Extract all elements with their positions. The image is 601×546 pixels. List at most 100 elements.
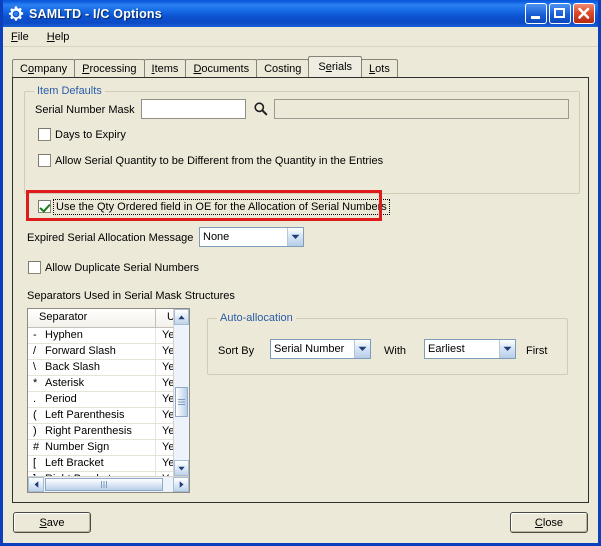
cell-use: Yes xyxy=(156,456,173,471)
days-to-expiry-checkbox-box xyxy=(38,128,51,141)
separator-name: Forward Slash xyxy=(45,345,116,357)
separators-vertical-scrollbar[interactable] xyxy=(173,309,189,476)
tab-lots[interactable]: Lots xyxy=(361,59,398,77)
tab-items[interactable]: Items xyxy=(143,59,187,77)
cell-separator: - Hyphen xyxy=(28,328,156,343)
table-row[interactable]: # Number Sign Yes xyxy=(28,440,173,456)
scroll-down-button[interactable] xyxy=(174,460,189,476)
separator-name: Period xyxy=(45,393,77,405)
use-qty-ordered-checkbox[interactable]: Use the Qty Ordered field in OE for the … xyxy=(38,198,390,215)
column-header-use[interactable]: Use xyxy=(156,309,173,327)
separators-listview[interactable]: Separator Use -HyphenYes/Forward SlashYe… xyxy=(27,308,190,493)
separators-header-row: Separator Use xyxy=(28,309,173,328)
table-row[interactable]: -HyphenYes xyxy=(28,328,173,344)
cell-use: Yes xyxy=(156,344,173,359)
chevron-down-icon[interactable] xyxy=(499,340,515,358)
window-titlebar: SAMLTD - I/C Options xyxy=(3,0,598,27)
column-header-separator[interactable]: Separator xyxy=(28,309,156,327)
gear-icon xyxy=(8,5,24,21)
scroll-thumb[interactable] xyxy=(175,387,188,417)
cell-use: Yes xyxy=(156,376,173,391)
close-icon xyxy=(578,7,590,19)
table-row[interactable]: * Asterisk Yes xyxy=(28,376,173,392)
allow-serial-quantity-different-checkbox[interactable]: Allow Serial Quantity to be Different fr… xyxy=(38,154,383,167)
scroll-right-button[interactable] xyxy=(173,477,189,492)
serial-number-mask-finder-button[interactable] xyxy=(253,101,268,116)
tab-costing[interactable]: Costing xyxy=(256,59,310,77)
separators-horizontal-scrollbar[interactable] xyxy=(28,476,189,492)
table-row[interactable]: . Period Yes xyxy=(28,392,173,408)
cell-use: Yes xyxy=(156,328,173,343)
with-value: Earliest xyxy=(428,343,465,355)
tab-serials[interactable]: Serials xyxy=(308,56,363,77)
use-qty-ordered-checkbox-box xyxy=(38,200,51,213)
cell-separator: \ Back Slash xyxy=(28,360,156,375)
cell-use: Yes xyxy=(156,440,173,455)
separator-name: Left Bracket xyxy=(45,457,104,469)
chevron-up-icon xyxy=(178,315,185,319)
separator-name: Asterisk xyxy=(45,377,85,389)
window-title: SAMLTD - I/C Options xyxy=(29,6,162,21)
tab-strip: Company Processing Items Documents Costi… xyxy=(12,56,598,77)
scroll-track[interactable] xyxy=(174,325,189,460)
table-row[interactable]: \ Back Slash Yes xyxy=(28,360,173,376)
close-window-button[interactable] xyxy=(573,3,595,24)
auto-allocation-group-title: Auto-allocation xyxy=(217,312,296,324)
allow-duplicate-serials-checkbox-box xyxy=(28,261,41,274)
separators-listview-body: Separator Use -HyphenYes/Forward SlashYe… xyxy=(28,309,189,476)
ic-options-window: SAMLTD - I/C Options File Help Company P… xyxy=(0,0,601,546)
chevron-down-icon[interactable] xyxy=(287,228,303,246)
expired-serial-allocation-dropdown[interactable]: None xyxy=(199,227,304,247)
minimize-button[interactable] xyxy=(525,3,547,24)
expired-serial-allocation-value: None xyxy=(203,231,230,243)
with-dropdown[interactable]: Earliest xyxy=(424,339,516,359)
menu-item-file[interactable]: File xyxy=(10,30,38,44)
table-row[interactable]: ]Right Bracket Yes xyxy=(28,472,173,476)
tab-company[interactable]: Company xyxy=(12,59,76,77)
scroll-up-button[interactable] xyxy=(174,309,189,325)
separator-symbol: \ xyxy=(33,361,37,373)
cell-use: Yes xyxy=(156,360,173,375)
sort-by-value: Serial Number xyxy=(274,343,345,355)
separator-symbol: . xyxy=(33,393,37,405)
separator-symbol: - xyxy=(33,329,37,341)
save-button[interactable]: Save xyxy=(13,512,91,533)
table-row[interactable]: ) Right Parenthesis Yes xyxy=(28,424,173,440)
chevron-down-icon xyxy=(178,466,185,470)
table-row[interactable]: / Forward Slash Yes xyxy=(28,344,173,360)
separator-symbol: * xyxy=(33,377,38,389)
chevron-down-icon[interactable] xyxy=(354,340,370,358)
use-qty-ordered-label: Use the Qty Ordered field in OE for the … xyxy=(53,198,390,215)
h-scroll-track[interactable] xyxy=(44,477,173,492)
scroll-left-button[interactable] xyxy=(28,477,44,492)
tab-documents[interactable]: Documents xyxy=(185,59,258,77)
h-scroll-thumb[interactable] xyxy=(45,478,163,491)
menu-item-help-rest: elp xyxy=(54,30,70,43)
separator-name: Left Parenthesis xyxy=(45,409,125,421)
cell-separator: # Number Sign xyxy=(28,440,156,455)
sort-by-dropdown[interactable]: Serial Number xyxy=(270,339,371,359)
separator-name: Back Slash xyxy=(45,361,101,373)
allow-duplicate-serials-checkbox[interactable]: Allow Duplicate Serial Numbers xyxy=(28,261,199,274)
menu-item-help[interactable]: Help xyxy=(46,30,79,44)
magnifier-icon xyxy=(254,102,268,116)
separator-symbol: ] xyxy=(33,472,45,476)
table-row[interactable]: (Left Parenthesis Yes xyxy=(28,408,173,424)
cell-separator: [Left Bracket xyxy=(28,456,156,471)
close-button[interactable]: Close xyxy=(510,512,588,533)
separator-name: Hyphen xyxy=(45,329,83,341)
expired-serial-allocation-label: Expired Serial Allocation Message xyxy=(27,232,194,244)
table-row[interactable]: [Left Bracket Yes xyxy=(28,456,173,472)
maximize-button[interactable] xyxy=(549,3,571,24)
allow-serial-quantity-different-label: Allow Serial Quantity to be Different fr… xyxy=(55,154,384,167)
menu-item-file-rest: ile xyxy=(17,30,29,43)
days-to-expiry-checkbox[interactable]: Days to Expiry xyxy=(38,128,126,141)
separator-symbol: # xyxy=(33,441,40,453)
serial-number-mask-input[interactable] xyxy=(141,99,246,119)
serial-number-mask-description xyxy=(274,99,569,119)
chevron-left-icon xyxy=(34,481,38,488)
separator-name: Right Bracket xyxy=(45,473,111,476)
tab-processing[interactable]: Processing xyxy=(74,59,145,77)
separator-name: Number Sign xyxy=(45,441,110,453)
cell-use: Yes xyxy=(156,472,173,476)
